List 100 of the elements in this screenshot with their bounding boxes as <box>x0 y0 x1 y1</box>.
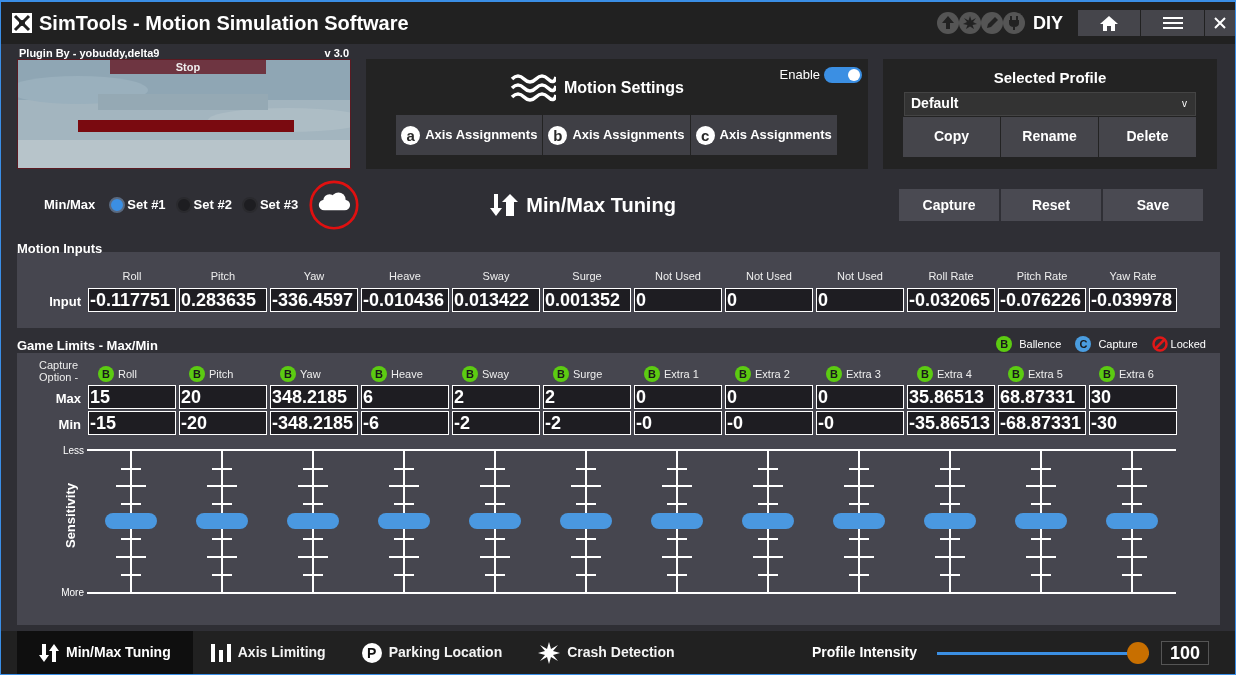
max-field[interactable]: 2 <box>543 384 631 409</box>
logo-icon <box>11 12 33 34</box>
column-label: Extra 4 <box>937 367 972 382</box>
sensitivity-slider[interactable] <box>380 450 428 592</box>
sensitivity-slider[interactable] <box>744 450 792 592</box>
slider-thumb[interactable] <box>1127 641 1149 664</box>
slider-thumb[interactable] <box>651 513 703 529</box>
sensitivity-slider[interactable] <box>562 450 610 592</box>
capture-option-badge[interactable]: B <box>280 366 296 383</box>
min-field[interactable]: -2 <box>452 410 540 435</box>
cloud-icon[interactable] <box>319 192 351 211</box>
capture-option-badge[interactable]: B <box>189 366 205 383</box>
close-icon <box>1214 17 1226 29</box>
slider-thumb[interactable] <box>378 513 430 529</box>
stop-button[interactable]: Stop <box>110 60 266 74</box>
home-button[interactable] <box>1078 10 1140 36</box>
max-field[interactable]: 6 <box>361 384 449 409</box>
slider-thumb[interactable] <box>469 513 521 529</box>
capture-option-badge[interactable]: B <box>826 366 842 383</box>
capture-option-badge[interactable]: B <box>735 366 751 383</box>
capture-option-badge[interactable]: B <box>1099 366 1115 383</box>
min-field[interactable]: -68.87331 <box>998 410 1086 435</box>
set-radio[interactable]: Set #3 <box>241 195 299 215</box>
slider-thumb[interactable] <box>1106 513 1158 529</box>
min-field[interactable]: -2 <box>543 410 631 435</box>
slider-thumb[interactable] <box>833 513 885 529</box>
action-button[interactable]: Capture <box>899 189 999 221</box>
legend-badge: B <box>996 336 1013 353</box>
min-field[interactable]: -348.2185 <box>270 410 358 435</box>
capture-option-badge[interactable]: B <box>98 366 114 383</box>
capture-option-badge[interactable]: B <box>644 366 660 383</box>
sensitivity-slider[interactable] <box>1017 450 1065 592</box>
capture-option-badge[interactable]: B <box>1008 366 1024 383</box>
value-field: -0.039978 <box>1089 287 1177 312</box>
max-field[interactable]: 348.2185 <box>270 384 358 409</box>
min-field[interactable]: -35.86513 <box>907 410 995 435</box>
axis-assignment-button[interactable]: b Axis Assignments <box>543 115 690 155</box>
action-button[interactable]: Reset <box>1001 189 1101 221</box>
profile-dropdown[interactable]: Default v <box>904 91 1196 116</box>
max-field[interactable]: 0 <box>816 384 904 409</box>
sensitivity-slider[interactable] <box>926 450 974 592</box>
column-label: Roll <box>121 269 143 284</box>
action-button[interactable]: Save <box>1103 189 1203 221</box>
sensitivity-slider[interactable] <box>653 450 701 592</box>
min-field[interactable]: -0 <box>816 410 904 435</box>
capture-option-label: Capture Option - <box>38 358 80 383</box>
set-radio[interactable]: Set #1 <box>109 195 166 215</box>
menu-button[interactable] <box>1141 10 1204 36</box>
sensitivity-slider[interactable] <box>289 450 337 592</box>
bottom-tab[interactable]: Min/Max Tuning <box>17 631 193 674</box>
capture-option-badge[interactable]: B <box>553 366 569 383</box>
slider-thumb[interactable] <box>560 513 612 529</box>
max-field[interactable]: 20 <box>179 384 267 409</box>
max-field[interactable]: 0 <box>725 384 813 409</box>
value-field: 0.283635 <box>179 287 267 312</box>
max-field[interactable]: 2 <box>452 384 540 409</box>
enable-toggle[interactable] <box>824 66 862 83</box>
slider-thumb[interactable] <box>924 513 976 529</box>
value-field: 0 <box>816 287 904 312</box>
min-field[interactable]: -6 <box>361 410 449 435</box>
intensity-value[interactable]: 100 <box>1161 640 1209 665</box>
axis-assignment-button[interactable]: a Axis Assignments <box>396 115 543 155</box>
min-field[interactable]: -0 <box>634 410 722 435</box>
sensitivity-slider[interactable] <box>1108 450 1156 592</box>
min-field[interactable]: -0 <box>725 410 813 435</box>
profile-button[interactable]: Delete <box>1099 116 1196 157</box>
column-label: Yaw <box>302 269 326 284</box>
sort-arrows-icon <box>490 194 519 216</box>
min-field[interactable]: -20 <box>179 410 267 435</box>
slider-thumb[interactable] <box>742 513 794 529</box>
slider-thumb[interactable] <box>287 513 339 529</box>
slider-thumb[interactable] <box>1015 513 1067 529</box>
sensitivity-slider[interactable] <box>471 450 519 592</box>
value-field: -0.076226 <box>998 287 1086 312</box>
max-field[interactable]: 35.86513 <box>907 384 995 409</box>
slider-thumb[interactable] <box>105 513 157 529</box>
set-radio[interactable]: Set #2 <box>175 195 232 215</box>
set-label: Min/Max <box>44 196 96 215</box>
capture-option-badge[interactable]: B <box>371 366 387 383</box>
sensitivity-slider[interactable] <box>835 450 883 592</box>
profile-button[interactable]: Rename <box>1001 116 1098 157</box>
max-field[interactable]: 68.87331 <box>998 384 1086 409</box>
min-field[interactable]: -30 <box>1089 410 1177 435</box>
waves-icon <box>510 71 556 105</box>
value-field: -336.4597 <box>270 287 358 312</box>
axis-assignment-button[interactable]: c Axis Assignments <box>690 115 837 155</box>
capture-option-badge[interactable]: B <box>917 366 933 383</box>
max-field[interactable]: 30 <box>1089 384 1177 409</box>
max-field[interactable]: 0 <box>634 384 722 409</box>
sensitivity-slider[interactable] <box>107 450 155 592</box>
profile-button[interactable]: Copy <box>903 116 1000 157</box>
close-button[interactable] <box>1205 10 1235 36</box>
capture-option-badge[interactable]: B <box>462 366 478 383</box>
no-entry-icon <box>1151 336 1168 353</box>
max-field[interactable]: 15 <box>88 384 176 409</box>
sensitivity-slider[interactable] <box>198 450 246 592</box>
row-label: Min <box>57 416 82 434</box>
slider-thumb[interactable] <box>196 513 248 529</box>
min-field[interactable]: -15 <box>88 410 176 435</box>
intensity-slider[interactable] <box>937 641 1149 664</box>
